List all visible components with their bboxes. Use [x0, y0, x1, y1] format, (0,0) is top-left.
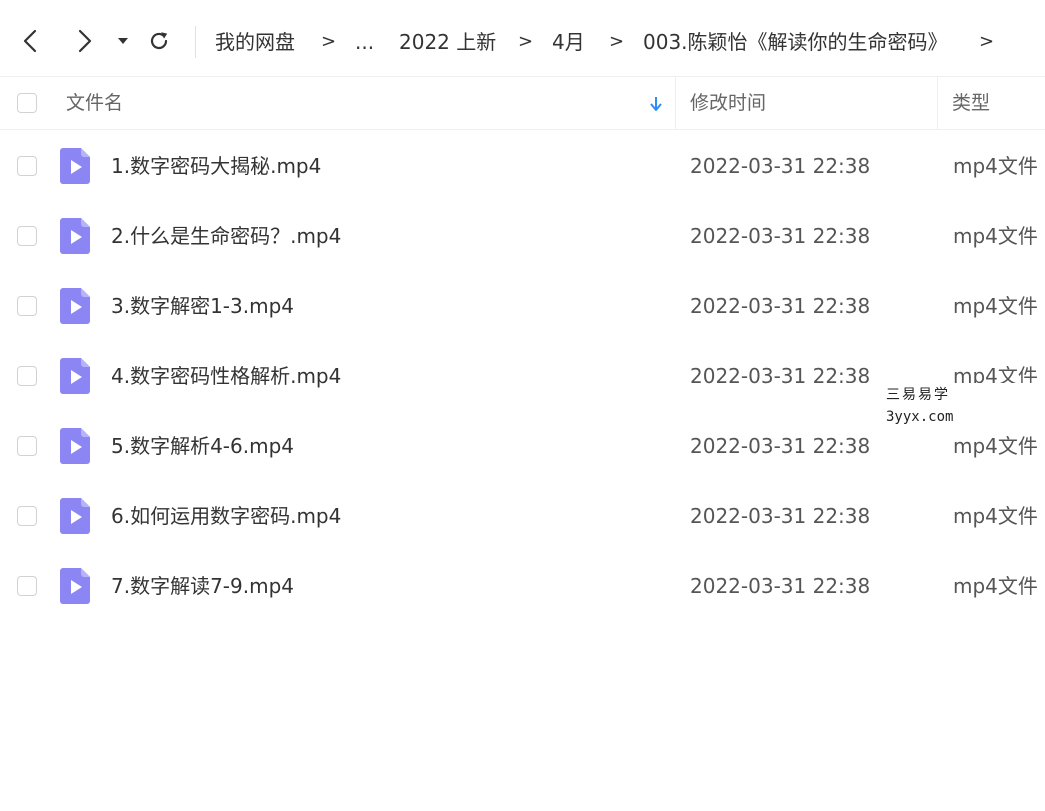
table-row[interactable]: 6.如何运用数字密码.mp4 2022-03-31 22:38 mp4文件 [0, 481, 1045, 551]
video-file-icon [60, 498, 90, 534]
table-row[interactable]: 3.数字解密1-3.mp4 2022-03-31 22:38 mp4文件 [0, 271, 1045, 341]
column-header-type[interactable]: 类型 [952, 91, 990, 115]
breadcrumb-item-collapsed[interactable]: ... [355, 29, 374, 55]
video-file-icon [60, 148, 90, 184]
file-type: mp4文件 [953, 294, 1038, 318]
refresh-button[interactable] [142, 24, 176, 58]
chevron-left-icon [23, 29, 37, 53]
refresh-icon [150, 32, 168, 50]
file-modified-time: 2022-03-31 22:38 [690, 574, 871, 598]
file-modified-time: 2022-03-31 22:38 [690, 294, 871, 318]
video-file-icon [60, 218, 90, 254]
file-type: mp4文件 [953, 154, 1038, 178]
breadcrumb-item-current[interactable]: 003.陈颖怡《解读你的生命密码》 [643, 29, 948, 55]
select-all-checkbox[interactable] [17, 93, 37, 113]
file-name[interactable]: 5.数字解析4-6.mp4 [111, 432, 294, 460]
top-navigation-bar: 我的网盘 > ... 2022 上新 > 4月 > 003.陈颖怡《解读你的生命… [0, 0, 1045, 77]
column-header-modified[interactable]: 修改时间 [690, 91, 766, 115]
file-name[interactable]: 4.数字密码性格解析.mp4 [111, 362, 341, 390]
forward-button[interactable] [67, 24, 101, 58]
file-name[interactable]: 2.什么是生命密码？.mp4 [111, 222, 341, 250]
file-name[interactable]: 6.如何运用数字密码.mp4 [111, 502, 341, 530]
video-file-icon [60, 358, 90, 394]
row-checkbox[interactable] [17, 226, 37, 246]
file-modified-time: 2022-03-31 22:38 [690, 154, 871, 178]
chevron-right-icon [78, 29, 92, 53]
history-dropdown-button[interactable] [108, 24, 138, 58]
breadcrumb-separator: > [518, 31, 534, 52]
file-type: mp4文件 [953, 504, 1038, 528]
toolbar-divider [195, 26, 196, 58]
file-name[interactable]: 1.数字密码大揭秘.mp4 [111, 152, 321, 180]
file-modified-time: 2022-03-31 22:38 [690, 224, 871, 248]
file-list-header: 文件名 修改时间 类型 [0, 77, 1045, 130]
file-type: mp4文件 [953, 574, 1038, 598]
caret-down-icon [118, 38, 128, 44]
table-row[interactable]: 1.数字密码大揭秘.mp4 2022-03-31 22:38 mp4文件 [0, 131, 1045, 201]
video-file-icon [60, 288, 90, 324]
breadcrumb-separator: > [321, 31, 337, 52]
watermark-url: 3yyx.com [886, 409, 954, 425]
column-divider[interactable] [675, 77, 676, 129]
file-type: mp4文件 [953, 224, 1038, 248]
video-file-icon [60, 568, 90, 604]
breadcrumb-item-april[interactable]: 4月 [552, 29, 585, 55]
arrow-down-icon[interactable] [649, 95, 663, 113]
file-name[interactable]: 7.数字解读7-9.mp4 [111, 572, 294, 600]
table-row[interactable]: 2.什么是生命密码？.mp4 2022-03-31 22:38 mp4文件 [0, 201, 1045, 271]
row-checkbox[interactable] [17, 296, 37, 316]
column-header-name[interactable]: 文件名 [66, 91, 123, 115]
row-checkbox[interactable] [17, 436, 37, 456]
row-checkbox[interactable] [17, 156, 37, 176]
watermark-text: 三易易学 [886, 387, 950, 403]
file-type: mp4文件 [953, 434, 1038, 458]
breadcrumb-item-root[interactable]: 我的网盘 [215, 29, 295, 55]
breadcrumb-more-chevron[interactable]: > [979, 29, 994, 55]
file-name[interactable]: 3.数字解密1-3.mp4 [111, 292, 294, 320]
back-button[interactable] [14, 24, 48, 58]
row-checkbox[interactable] [17, 366, 37, 386]
file-modified-time: 2022-03-31 22:38 [690, 434, 871, 458]
row-checkbox[interactable] [17, 576, 37, 596]
row-checkbox[interactable] [17, 506, 37, 526]
column-divider[interactable] [937, 77, 938, 129]
video-file-icon [60, 428, 90, 464]
table-row[interactable]: 7.数字解读7-9.mp4 2022-03-31 22:38 mp4文件 [0, 551, 1045, 621]
breadcrumb-separator: > [609, 31, 625, 52]
breadcrumb-item-2022[interactable]: 2022 上新 [399, 29, 496, 55]
file-modified-time: 2022-03-31 22:38 [690, 504, 871, 528]
